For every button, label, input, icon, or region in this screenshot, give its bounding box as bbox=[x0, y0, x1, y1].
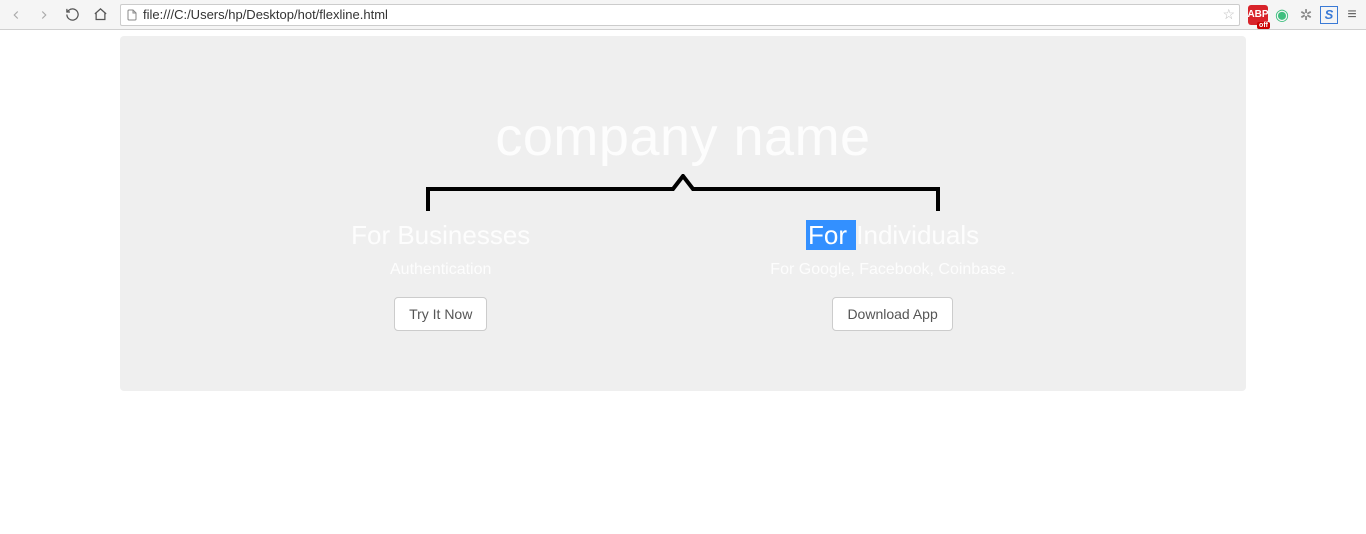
page-content: company name For Businesses Authenticati… bbox=[0, 30, 1366, 391]
try-it-now-button[interactable]: Try It Now bbox=[394, 297, 487, 331]
reload-button[interactable] bbox=[60, 3, 84, 27]
column-individuals: For Individuals For Google, Facebook, Co… bbox=[770, 220, 1015, 331]
bookmark-star-icon[interactable]: ☆ bbox=[1222, 6, 1235, 23]
abp-label: ABP bbox=[1247, 9, 1268, 20]
company-title: company name bbox=[160, 106, 1206, 168]
individuals-title: For Individuals bbox=[806, 220, 979, 251]
address-bar[interactable]: ☆ bbox=[120, 4, 1240, 26]
extension-green-icon[interactable]: ◉ bbox=[1272, 5, 1292, 25]
selected-text: For bbox=[806, 220, 856, 250]
businesses-title: For Businesses bbox=[351, 220, 530, 251]
url-input[interactable] bbox=[143, 7, 1218, 22]
browser-menu-icon[interactable]: ≡ bbox=[1342, 5, 1362, 25]
abp-extension-icon[interactable]: ABP off bbox=[1248, 5, 1268, 25]
extension-gear-icon[interactable]: ✲ bbox=[1296, 5, 1316, 25]
file-icon bbox=[125, 8, 139, 22]
home-button[interactable] bbox=[88, 3, 112, 27]
back-button[interactable] bbox=[4, 3, 28, 27]
individuals-subtitle: For Google, Facebook, Coinbase . bbox=[770, 261, 1015, 279]
download-app-button[interactable]: Download App bbox=[832, 297, 952, 331]
forward-button[interactable] bbox=[32, 3, 56, 27]
extension-s-icon[interactable]: S bbox=[1320, 6, 1338, 24]
column-businesses: For Businesses Authentication Try It Now bbox=[351, 220, 530, 331]
hero-section: company name For Businesses Authenticati… bbox=[120, 36, 1246, 391]
columns: For Businesses Authentication Try It Now… bbox=[160, 220, 1206, 331]
businesses-subtitle: Authentication bbox=[390, 261, 491, 279]
abp-sub-label: off bbox=[1257, 22, 1270, 29]
browser-toolbar: ☆ ABP off ◉ ✲ S ≡ bbox=[0, 0, 1366, 30]
bracket-graphic bbox=[423, 174, 943, 214]
individuals-title-rest: Individuals bbox=[856, 220, 979, 250]
